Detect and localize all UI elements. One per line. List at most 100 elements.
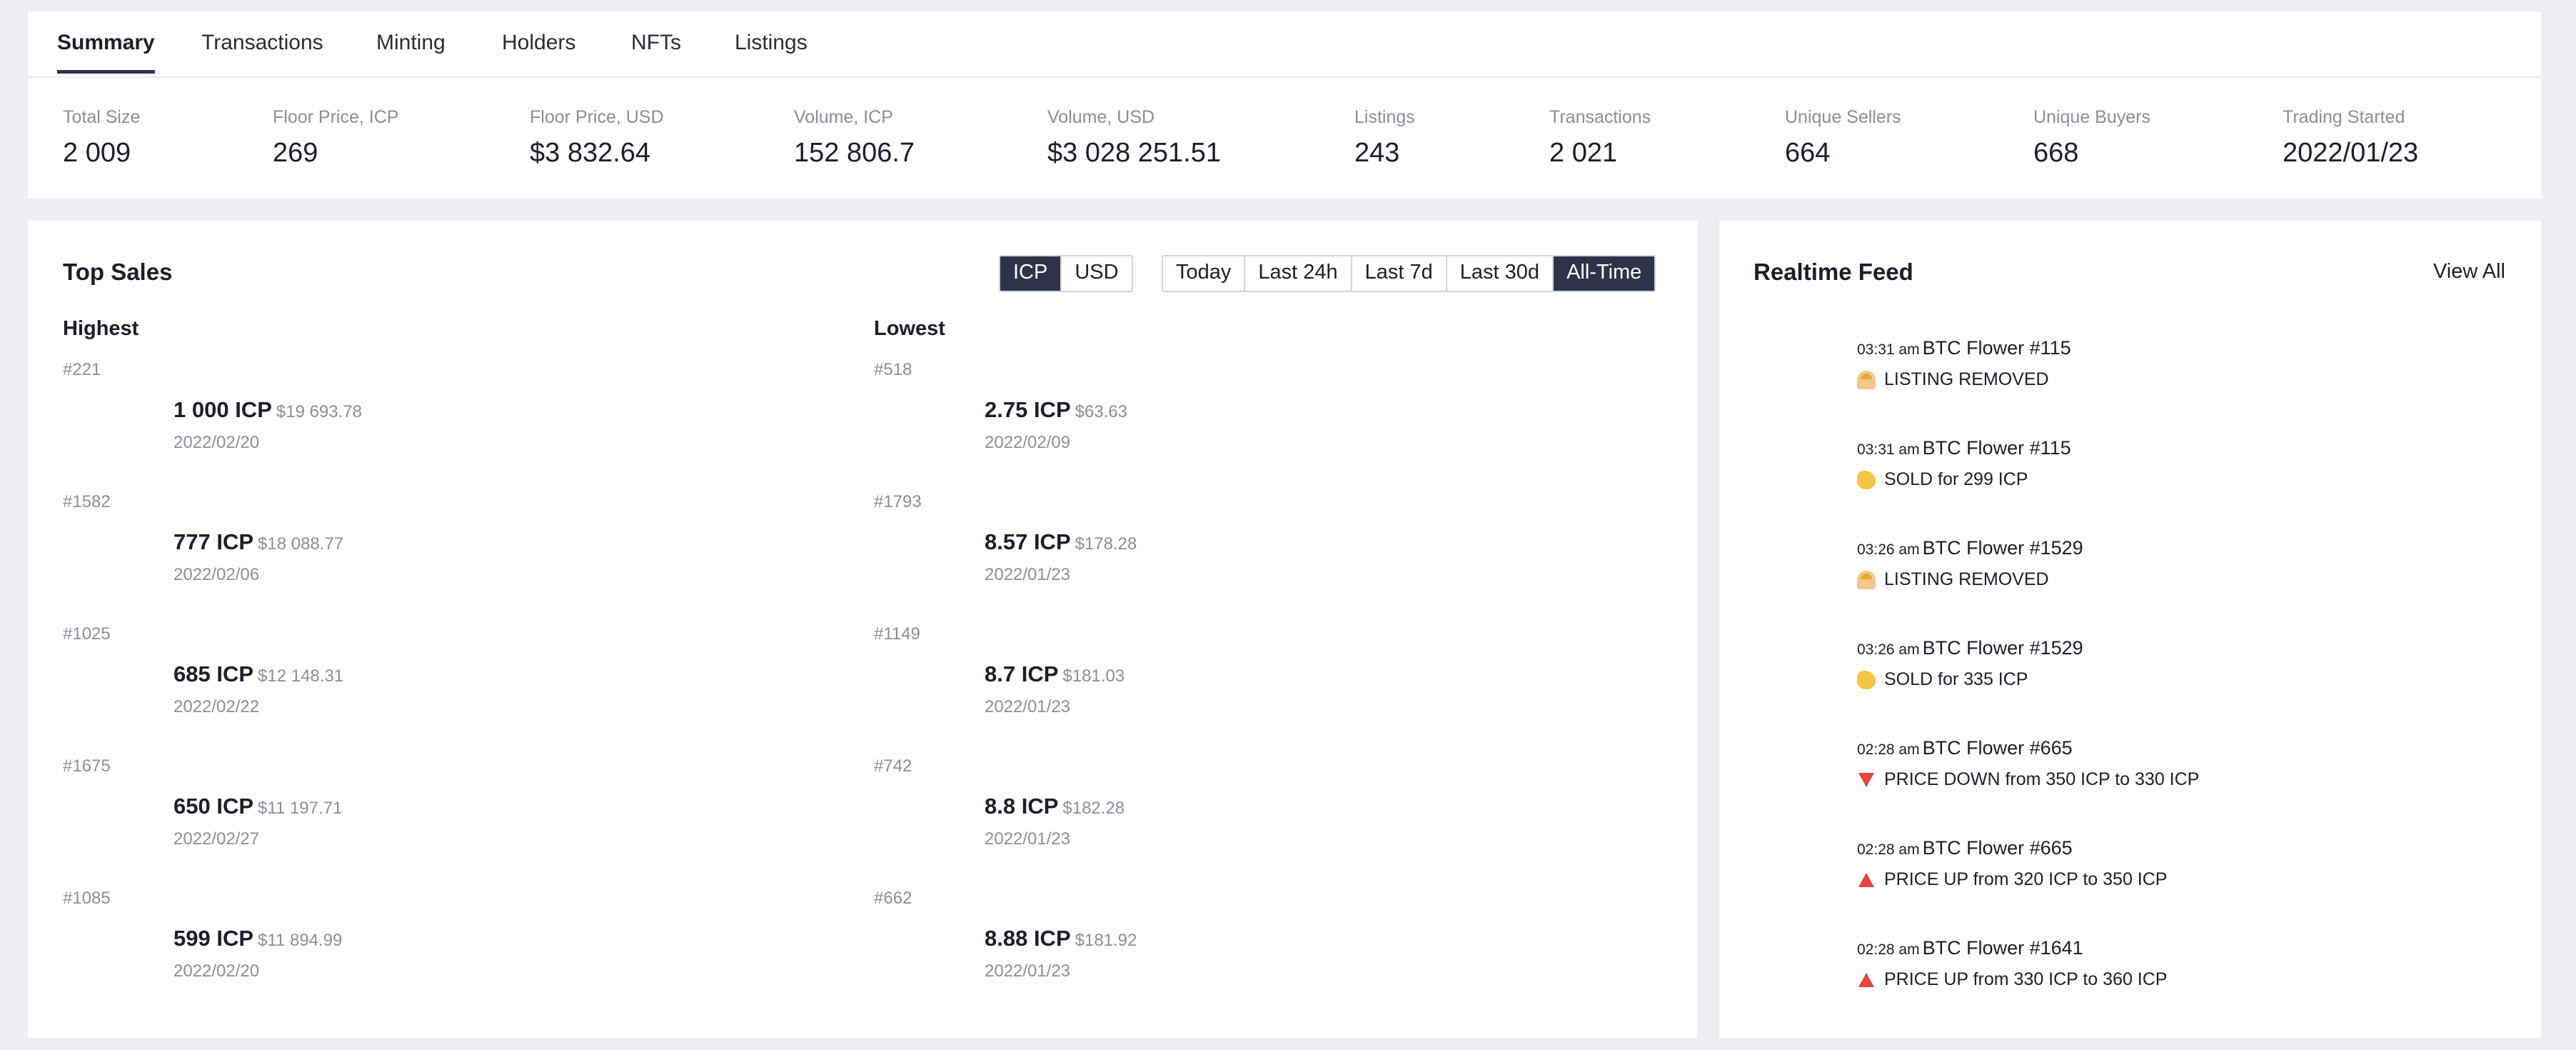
view-all-link[interactable]: View All — [2433, 260, 2505, 284]
sale-date: 2022/02/09 — [985, 433, 1071, 452]
sale-date: 2022/01/23 — [985, 961, 1071, 981]
sale-price-icp: 777 ICP — [173, 529, 254, 554]
stat-label: Unique Sellers — [1785, 107, 1901, 127]
sold-icon — [1857, 670, 1876, 689]
currency-usd-button[interactable]: USD — [1062, 256, 1132, 291]
tab-nfts[interactable]: NFTs — [631, 31, 681, 74]
highest-sale-item[interactable]: #1582 777 ICP $18 088.77 2022/02/06 — [63, 492, 705, 621]
listing-removed-icon — [1857, 370, 1876, 389]
stat-label: Floor Price, ICP — [273, 107, 399, 127]
range-today-button[interactable]: Today — [1163, 256, 1246, 291]
sale-price: 777 ICP $18 088.77 — [173, 529, 343, 555]
sale-price-usd: $182.28 — [1062, 799, 1125, 818]
feed-event-text: SOLD for 299 ICP — [1884, 469, 2028, 489]
stat-value: 152 806.7 — [794, 138, 915, 168]
sale-price-usd: $181.92 — [1075, 931, 1137, 950]
sale-price-usd: $18 088.77 — [258, 534, 344, 554]
feed-item[interactable]: 03:31 am BTC Flower #115 SOLD for 299 ICP — [1857, 437, 2500, 490]
feed-time: 03:31 am — [1857, 341, 1920, 358]
sale-nft-id: #1085 — [63, 889, 111, 908]
sale-price: 8.7 ICP $181.03 — [985, 661, 1125, 687]
feed-time: 02:28 am — [1857, 741, 1920, 758]
lowest-sale-item[interactable]: #1793 8.57 ICP $178.28 2022/01/23 — [874, 492, 1516, 621]
lowest-sale-item[interactable]: #518 2.75 ICP $63.63 2022/02/09 — [874, 360, 1516, 489]
sale-price-usd: $181.03 — [1062, 666, 1125, 686]
feed-nft-name: BTC Flower #1641 — [1922, 937, 2083, 959]
feed-event-text: PRICE UP from 330 ICP to 360 ICP — [1884, 969, 2168, 989]
stat-value: 2 009 — [63, 138, 131, 168]
sale-date: 2022/02/06 — [173, 565, 260, 584]
sale-price: 8.8 ICP $182.28 — [985, 794, 1125, 819]
stat-unique-buyers: Unique Buyers 668 — [2033, 107, 2150, 169]
top-sales-card: Top Sales ICP USD Today Last 24h Last 7d… — [28, 221, 1697, 1038]
feed-event-text: PRICE DOWN from 350 ICP to 330 ICP — [1884, 769, 2200, 789]
stat-label: Total Size — [63, 107, 141, 127]
sale-price-icp: 2.75 ICP — [985, 397, 1071, 422]
stat-label: Transactions — [1549, 107, 1651, 127]
sale-price-usd: $63.63 — [1075, 402, 1128, 421]
sale-price: 650 ICP $11 197.71 — [173, 794, 342, 819]
price-up-icon — [1858, 872, 1874, 887]
stat-trading-started: Trading Started 2022/01/23 — [2283, 107, 2418, 169]
feed-item[interactable]: 02:28 am BTC Flower #665 PRICE UP from 32… — [1857, 837, 2500, 890]
tab-summary[interactable]: Summary — [57, 31, 155, 74]
highest-sale-item[interactable]: #1675 650 ICP $11 197.71 2022/02/27 — [63, 756, 705, 885]
stat-listings: Listings 243 — [1354, 107, 1415, 169]
sale-date: 2022/02/20 — [173, 433, 260, 452]
sale-price-icp: 8.57 ICP — [985, 529, 1071, 554]
price-down-icon — [1858, 772, 1874, 787]
sale-nft-id: #1149 — [874, 624, 920, 644]
currency-toggle: ICP USD — [999, 255, 1133, 292]
realtime-feed-card: Realtime Feed View All 03:31 am BTC Flowe… — [1719, 221, 2541, 1038]
highest-heading: Highest — [63, 317, 139, 340]
sale-price-usd: $11 197.71 — [258, 799, 343, 818]
stat-label: Volume, ICP — [794, 107, 893, 127]
feed-item[interactable]: 02:28 am BTC Flower #1641 PRICE UP from 3… — [1857, 937, 2500, 990]
stat-value: 668 — [2033, 138, 2079, 168]
tab-listings[interactable]: Listings — [735, 31, 807, 74]
currency-icp-button[interactable]: ICP — [1000, 256, 1062, 291]
sale-nft-id: #221 — [63, 360, 101, 379]
sale-date: 2022/01/23 — [985, 829, 1071, 849]
feed-item[interactable]: 03:26 am BTC Flower #1529 LISTING REMOVED — [1857, 537, 2500, 590]
sale-price-icp: 650 ICP — [173, 794, 254, 819]
feed-time: 02:28 am — [1857, 941, 1920, 958]
range-24h-button[interactable]: Last 24h — [1245, 256, 1352, 291]
sale-price: 8.88 ICP $181.92 — [985, 926, 1137, 951]
sale-price: 8.57 ICP $178.28 — [985, 529, 1137, 555]
highest-sale-item[interactable]: #221 1 000 ICP $19 693.78 2022/02/20 — [63, 360, 705, 489]
lowest-heading: Lowest — [874, 317, 945, 340]
sale-nft-id: #662 — [874, 889, 912, 908]
feed-nft-name: BTC Flower #665 — [1922, 737, 2073, 759]
feed-event-text: LISTING REMOVED — [1884, 369, 2049, 389]
lowest-sale-item[interactable]: #742 8.8 ICP $182.28 2022/01/23 — [874, 756, 1516, 885]
stat-value: 243 — [1354, 138, 1400, 168]
sale-price: 599 ICP $11 894.99 — [173, 926, 342, 951]
price-up-icon — [1858, 972, 1874, 987]
feed-item[interactable]: 03:31 am BTC Flower #115 LISTING REMOVED — [1857, 337, 2500, 390]
feed-nft-name: BTC Flower #665 — [1922, 837, 2073, 859]
feed-item[interactable]: 02:28 am BTC Flower #665 PRICE DOWN from … — [1857, 737, 2500, 790]
stat-transactions: Transactions 2 021 — [1549, 107, 1651, 169]
sale-nft-id: #518 — [874, 360, 912, 379]
sale-price: 2.75 ICP $63.63 — [985, 397, 1127, 423]
sale-nft-id: #1025 — [63, 624, 111, 644]
lowest-sale-item[interactable]: #1149 8.7 ICP $181.03 2022/01/23 — [874, 624, 1516, 753]
lowest-sale-item[interactable]: #662 8.88 ICP $181.92 2022/01/23 — [874, 889, 1516, 1017]
stat-unique-sellers: Unique Sellers 664 — [1785, 107, 1901, 169]
feed-nft-name: BTC Flower #115 — [1922, 437, 2071, 459]
highest-sale-item[interactable]: #1025 685 ICP $12 148.31 2022/02/22 — [63, 624, 705, 753]
range-all-time-button[interactable]: All-Time — [1554, 256, 1655, 291]
stat-value: $3 028 251.51 — [1047, 138, 1222, 168]
stat-label: Listings — [1354, 107, 1415, 127]
tab-minting[interactable]: Minting — [376, 31, 446, 74]
tab-holders[interactable]: Holders — [502, 31, 575, 74]
range-30d-button[interactable]: Last 30d — [1447, 256, 1554, 291]
highest-sale-item[interactable]: #1085 599 ICP $11 894.99 2022/02/20 — [63, 889, 705, 1017]
tab-transactions[interactable]: Transactions — [201, 31, 323, 74]
range-7d-button[interactable]: Last 7d — [1352, 256, 1447, 291]
sale-nft-id: #1582 — [63, 492, 111, 511]
feed-time: 03:26 am — [1857, 641, 1920, 658]
feed-item[interactable]: 03:26 am BTC Flower #1529 SOLD for 335 IC… — [1857, 637, 2500, 690]
feed-nft-name: BTC Flower #1529 — [1922, 637, 2083, 659]
